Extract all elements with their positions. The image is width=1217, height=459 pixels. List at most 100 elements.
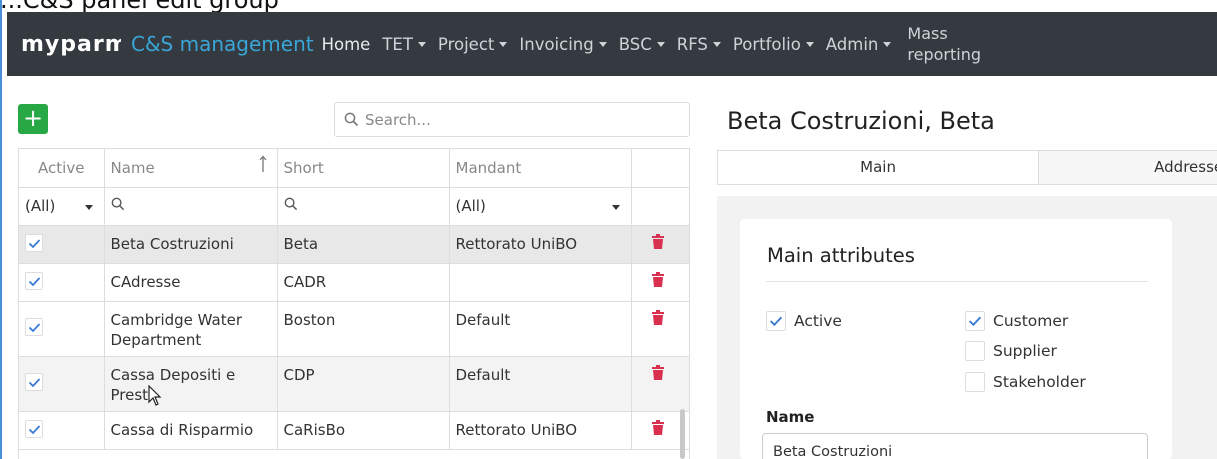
table-row[interactable]: Cassa di Risparmio CaRisBo Rettorato Uni… xyxy=(19,411,689,450)
nav-admin[interactable]: Admin xyxy=(826,35,892,54)
customers-grid: Active Name Short Mandant (All) (All) Be… xyxy=(18,148,690,459)
cell-active[interactable] xyxy=(19,356,105,412)
cell-active[interactable] xyxy=(19,301,105,357)
check-icon xyxy=(769,316,783,327)
caret-down-icon xyxy=(417,42,426,47)
supplier-label: Supplier xyxy=(993,342,1057,360)
column-header-mandant[interactable]: Mandant xyxy=(449,149,632,188)
cell-active[interactable] xyxy=(19,225,105,264)
cell-name: Cassa Depositi e Presti xyxy=(104,356,278,412)
page: ...C&S panel edit group myparm C&S manag… xyxy=(0,0,1217,459)
grid-scrollbar[interactable] xyxy=(680,409,685,459)
nav-mass-reporting[interactable]: Mass reporting xyxy=(907,23,987,65)
logo-text: myparm xyxy=(21,32,121,57)
column-header-actions xyxy=(631,149,689,188)
table-row[interactable]: Cassa Depositi e Presti CDP Default xyxy=(19,356,689,412)
caret-down-icon xyxy=(712,42,721,47)
search-box[interactable] xyxy=(334,102,690,137)
customer-checkbox[interactable] xyxy=(965,311,985,331)
trash-icon[interactable] xyxy=(651,271,664,287)
nav-home-label: Home xyxy=(321,34,371,54)
filter-mandant[interactable]: (All) xyxy=(449,187,632,226)
search-icon xyxy=(344,112,359,127)
nav-home[interactable]: Home xyxy=(322,35,371,54)
nav-portfolio-label: Portfolio xyxy=(732,34,801,54)
cell-name: CAdresse xyxy=(104,263,278,302)
search-icon xyxy=(111,197,124,210)
customer-label: Customer xyxy=(993,312,1069,330)
cell-active[interactable] xyxy=(19,411,105,450)
active-checkbox[interactable] xyxy=(766,311,786,331)
nav-project[interactable]: Project xyxy=(438,35,508,54)
supplier-checkbox[interactable] xyxy=(965,341,985,361)
cell-short: Boston xyxy=(277,301,450,357)
frame-border xyxy=(0,0,2,459)
cell-name: Cassa di Risparmio xyxy=(104,411,278,450)
trash-icon[interactable] xyxy=(651,364,664,380)
cell-delete xyxy=(631,263,689,302)
tab-addresses[interactable]: Addresses xyxy=(1039,151,1217,184)
cell-mandant: Default xyxy=(449,301,632,357)
table-row[interactable]: CAdresse CADR xyxy=(19,263,689,302)
cell-name: Beta Costruzioni xyxy=(104,225,278,264)
section-title: Main attributes xyxy=(767,244,915,267)
active-checkbox[interactable] xyxy=(25,419,43,438)
customer-checkbox-field[interactable]: Customer xyxy=(965,311,1068,331)
filter-name[interactable] xyxy=(104,187,278,226)
nav-tet[interactable]: TET xyxy=(382,35,426,54)
table-row[interactable]: Cambridge Water Department Boston Defaul… xyxy=(19,301,689,357)
check-icon xyxy=(28,276,41,286)
nav-invoicing-label: Invoicing xyxy=(519,34,594,54)
brand-name[interactable]: C&S management xyxy=(131,32,314,56)
cell-name: Cambridge Water Department xyxy=(104,301,278,357)
nav-invoicing[interactable]: Invoicing xyxy=(519,34,607,54)
top-navbar: myparm C&S management Home TET Project I… xyxy=(7,12,1217,76)
stakeholder-label: Stakeholder xyxy=(993,373,1086,391)
active-checkbox[interactable] xyxy=(25,373,43,391)
cell-delete xyxy=(631,356,689,412)
active-checkbox[interactable] xyxy=(25,318,43,336)
nav-portfolio[interactable]: Portfolio xyxy=(733,35,814,54)
column-header-name[interactable]: Name xyxy=(104,149,278,188)
active-checkbox-field[interactable]: Active xyxy=(766,311,842,331)
cell-mandant: Default xyxy=(449,356,632,412)
supplier-checkbox-field[interactable]: Supplier xyxy=(965,341,1057,361)
table-row[interactable]: Beta Costruzioni Beta Rettorato UniBO xyxy=(19,225,689,264)
nav-bsc-label: BSC xyxy=(618,34,652,54)
add-button[interactable]: + xyxy=(18,104,48,134)
cell-mandant xyxy=(449,263,632,302)
cell-short: CADR xyxy=(277,263,450,302)
grid-table: Active Name Short Mandant (All) (All) Be… xyxy=(19,149,689,450)
nav-admin-label: Admin xyxy=(825,34,879,54)
caret-down-icon xyxy=(883,42,892,47)
trash-icon[interactable] xyxy=(651,419,664,435)
check-icon xyxy=(28,323,41,333)
trash-icon[interactable] xyxy=(651,233,664,249)
detail-tabs: Main Addresses xyxy=(717,150,1217,185)
myparm-logo[interactable]: myparm xyxy=(21,31,121,57)
nav-rfs[interactable]: RFS xyxy=(677,35,721,54)
sort-ascending-icon xyxy=(259,155,266,172)
divider xyxy=(766,281,1148,282)
check-icon xyxy=(28,424,41,434)
cropped-heading: ...C&S panel edit group xyxy=(0,0,279,14)
column-header-short[interactable]: Short xyxy=(277,149,450,188)
filter-active[interactable]: (All) xyxy=(19,187,105,226)
mouse-cursor-icon xyxy=(148,385,162,406)
nav-bsc[interactable]: BSC xyxy=(619,35,665,54)
trash-icon[interactable] xyxy=(651,309,664,325)
filter-short[interactable] xyxy=(277,187,450,226)
caret-down-icon xyxy=(611,204,620,210)
check-icon xyxy=(28,378,41,388)
search-input[interactable] xyxy=(365,110,665,129)
stakeholder-checkbox-field[interactable]: Stakeholder xyxy=(965,372,1086,392)
name-input[interactable] xyxy=(762,433,1148,459)
active-checkbox[interactable] xyxy=(25,233,43,252)
cell-delete xyxy=(631,225,689,264)
tab-main[interactable]: Main xyxy=(718,151,1040,184)
stakeholder-checkbox[interactable] xyxy=(965,372,985,392)
cell-active[interactable] xyxy=(19,263,105,302)
column-header-active[interactable]: Active xyxy=(19,149,105,188)
active-checkbox[interactable] xyxy=(25,271,43,290)
grid-filter-row: (All) (All) xyxy=(19,187,689,226)
